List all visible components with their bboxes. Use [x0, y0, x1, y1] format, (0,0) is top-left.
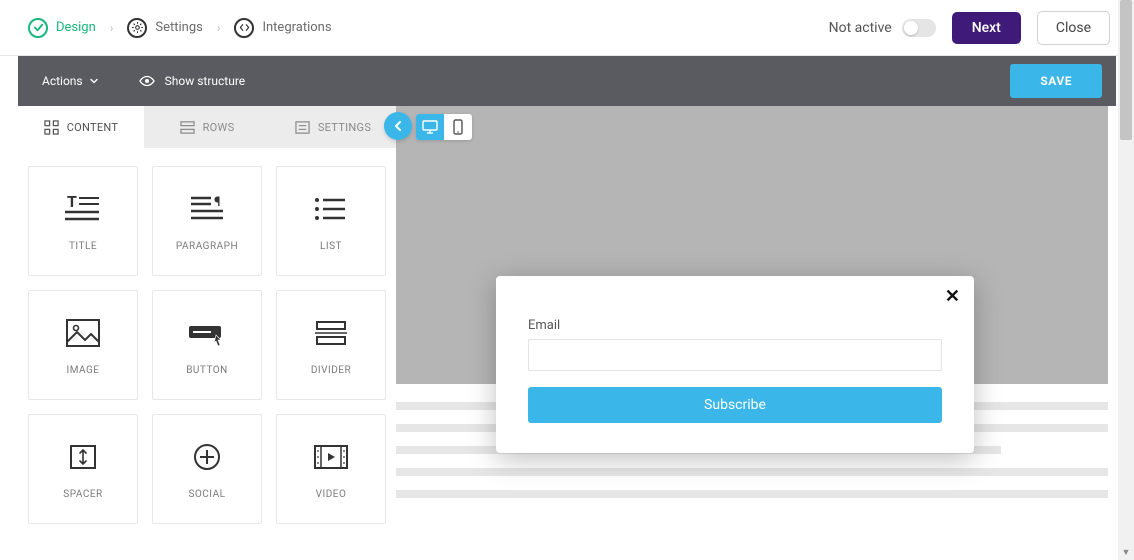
paragraph-icon: ¶: [187, 191, 227, 227]
subscribe-button[interactable]: Subscribe: [528, 387, 942, 423]
topbar-actions: Not active Next Close: [829, 11, 1110, 45]
close-button[interactable]: Close: [1037, 11, 1110, 45]
tab-content[interactable]: CONTENT: [18, 106, 144, 148]
sidebar-tabs: CONTENT ROWS SETTINGS: [18, 106, 396, 148]
actions-label: Actions: [42, 74, 83, 88]
block-label: BUTTON: [186, 365, 228, 376]
breadcrumb-integrations[interactable]: Integrations: [234, 18, 331, 38]
breadcrumb-integrations-label: Integrations: [262, 20, 331, 35]
svg-text:T: T: [67, 192, 77, 211]
canvas-area: ✕ Email Subscribe: [396, 106, 1116, 542]
breadcrumb: Design › Settings › Integrations: [28, 18, 332, 38]
chevron-left-icon: [392, 120, 404, 132]
action-bar: Actions Show structure SAVE: [18, 56, 1116, 106]
save-button[interactable]: SAVE: [1010, 64, 1102, 98]
collapse-sidebar-button[interactable]: [384, 112, 412, 140]
button-icon: [187, 315, 227, 351]
device-switcher: [416, 114, 472, 140]
block-divider[interactable]: DIVIDER: [276, 290, 386, 400]
actionbar-left: Actions Show structure: [42, 73, 245, 89]
breadcrumb-settings-label: Settings: [155, 20, 202, 35]
block-list[interactable]: LIST: [276, 166, 386, 276]
grid-icon: [44, 120, 59, 135]
video-icon: [311, 439, 351, 475]
popup-close-button[interactable]: ✕: [945, 286, 960, 307]
block-label: SPACER: [63, 489, 102, 500]
tab-settings[interactable]: SETTINGS: [270, 106, 396, 148]
tab-content-label: CONTENT: [67, 121, 119, 134]
rows-icon: [180, 120, 195, 135]
page-scrollbar[interactable]: ▼: [1118, 0, 1134, 560]
scrollbar-thumb[interactable]: [1120, 0, 1132, 140]
sidebar: CONTENT ROWS SETTINGS T TITLE ¶: [18, 106, 396, 542]
code-icon: [234, 18, 254, 38]
status-label: Not active: [829, 20, 892, 36]
scrollbar-down-icon[interactable]: ▼: [1118, 544, 1134, 560]
tab-rows-label: ROWS: [203, 121, 235, 134]
tab-rows[interactable]: ROWS: [144, 106, 270, 148]
block-spacer[interactable]: SPACER: [28, 414, 138, 524]
actions-dropdown[interactable]: Actions: [42, 74, 99, 88]
block-title[interactable]: T TITLE: [28, 166, 138, 276]
breadcrumb-settings[interactable]: Settings: [127, 18, 202, 38]
title-icon: T: [63, 191, 103, 227]
divider-icon: [311, 315, 351, 351]
check-circle-icon: [28, 18, 48, 38]
placeholder-line: [396, 468, 1108, 476]
placeholder-line: [396, 490, 1108, 498]
list-bullets-icon: [311, 191, 351, 227]
block-label: SOCIAL: [188, 489, 225, 500]
content-blocks: T TITLE ¶ PARAGRAPH LIST: [18, 148, 396, 542]
status-toggle[interactable]: Not active: [829, 19, 936, 37]
breadcrumb-design[interactable]: Design: [28, 18, 96, 38]
breadcrumb-design-label: Design: [56, 20, 96, 35]
block-label: TITLE: [69, 241, 97, 252]
chevron-down-icon: [89, 76, 99, 86]
svg-text:¶: ¶: [214, 195, 220, 210]
block-label: PARAGRAPH: [176, 241, 238, 252]
image-icon: [63, 315, 103, 351]
block-video[interactable]: VIDEO: [276, 414, 386, 524]
subscribe-popup: ✕ Email Subscribe: [496, 276, 974, 453]
block-social[interactable]: SOCIAL: [152, 414, 262, 524]
block-label: IMAGE: [66, 365, 99, 376]
chevron-right-icon: ›: [217, 21, 221, 35]
gear-icon: [127, 18, 147, 38]
workspace: CONTENT ROWS SETTINGS T TITLE ¶: [18, 106, 1116, 542]
show-structure-toggle[interactable]: Show structure: [139, 73, 246, 89]
show-structure-label: Show structure: [165, 74, 246, 88]
email-input[interactable]: [528, 339, 942, 371]
close-icon: ✕: [945, 286, 960, 307]
chevron-right-icon: ›: [110, 21, 114, 35]
next-button[interactable]: Next: [952, 12, 1021, 44]
tab-settings-label: SETTINGS: [318, 121, 371, 134]
list-icon: [295, 120, 310, 135]
spacer-icon: [63, 439, 103, 475]
top-bar: Design › Settings › Integrations Not act…: [0, 0, 1134, 56]
eye-icon: [139, 73, 155, 89]
block-label: LIST: [320, 241, 342, 252]
block-paragraph[interactable]: ¶ PARAGRAPH: [152, 166, 262, 276]
device-mobile-button[interactable]: [444, 114, 472, 140]
canvas[interactable]: ✕ Email Subscribe: [396, 106, 1116, 542]
email-label: Email: [528, 318, 942, 333]
block-label: VIDEO: [316, 489, 347, 500]
desktop-icon: [422, 120, 438, 134]
social-icon: [187, 439, 227, 475]
toggle-switch[interactable]: [902, 19, 936, 37]
block-label: DIVIDER: [311, 365, 351, 376]
block-button[interactable]: BUTTON: [152, 290, 262, 400]
mobile-icon: [453, 119, 463, 135]
block-image[interactable]: IMAGE: [28, 290, 138, 400]
device-desktop-button[interactable]: [416, 114, 444, 140]
